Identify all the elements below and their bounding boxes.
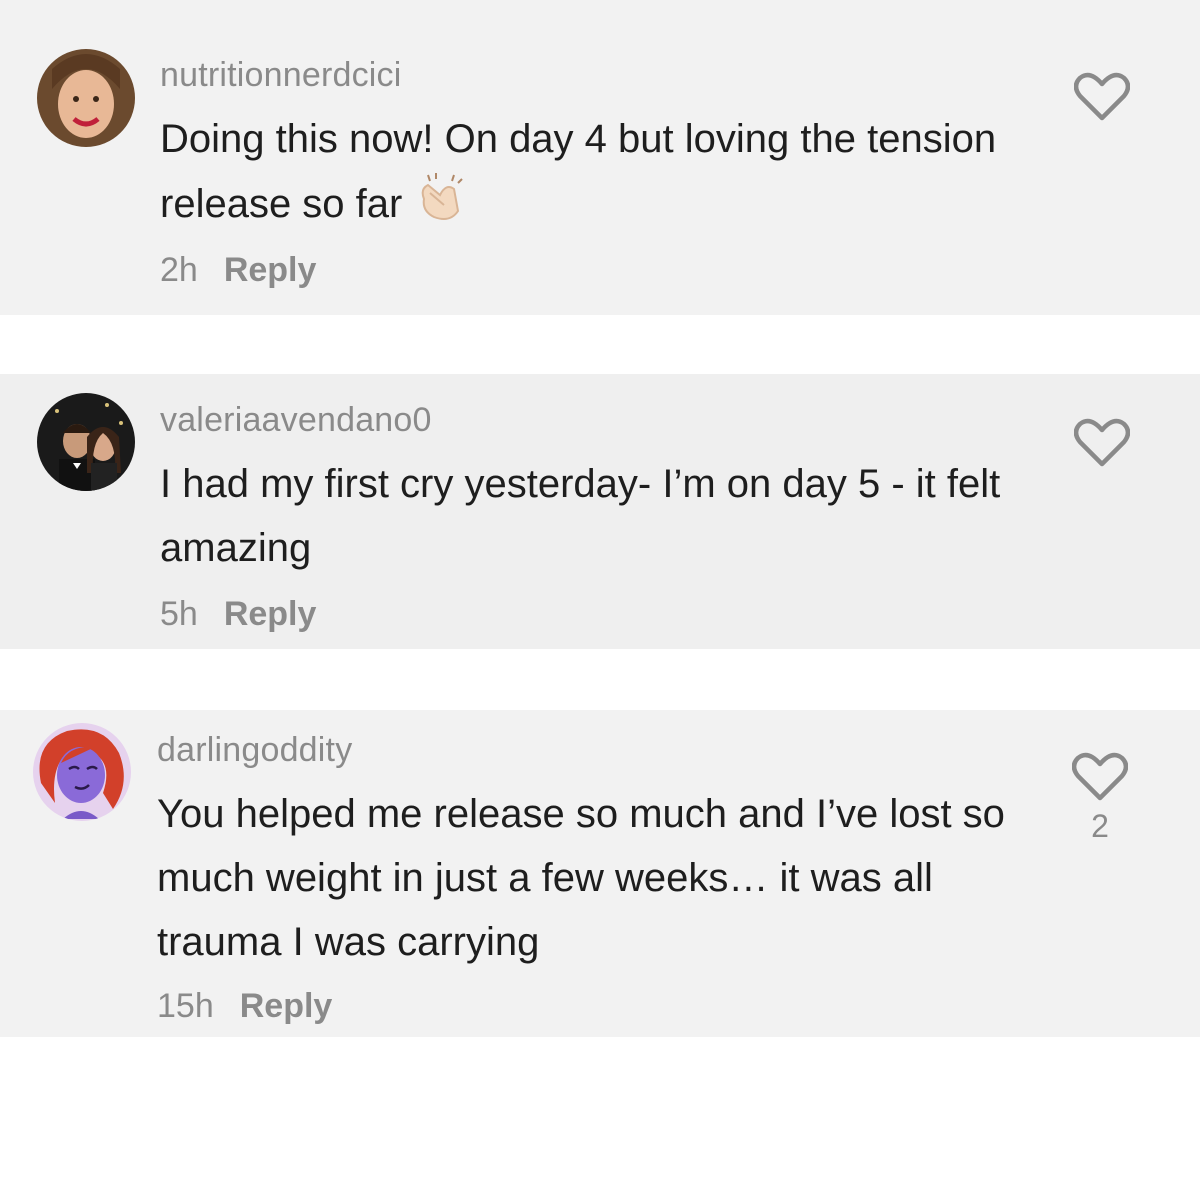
reply-button[interactable]: Reply — [224, 594, 317, 634]
comment-text-body: Doing this now! On day 4 but loving the … — [160, 117, 997, 227]
comment-text: I had my first cry yesterday- I’m on day… — [160, 462, 1001, 570]
heart-outline-icon — [1072, 752, 1128, 801]
avatar[interactable] — [37, 49, 135, 147]
like-button[interactable] — [1074, 418, 1130, 474]
reply-button[interactable]: Reply — [240, 986, 333, 1026]
comment-item: nutritionnerdcici Doing this now! On day… — [0, 0, 1200, 315]
reply-button[interactable]: Reply — [224, 250, 317, 290]
comment-username[interactable]: valeriaavendano0 — [160, 400, 432, 440]
comment-item: valeriaavendano0 I had my first cry yest… — [0, 374, 1200, 649]
comment-username[interactable]: darlingoddity — [157, 730, 352, 770]
comment-meta: 2h Reply — [160, 250, 316, 290]
avatar[interactable] — [33, 723, 131, 821]
heart-outline-icon — [1074, 418, 1130, 467]
like-button[interactable] — [1074, 72, 1130, 128]
comment-username[interactable]: nutritionnerdcici — [160, 55, 402, 95]
comment-text: You helped me release so much and I’ve l… — [157, 792, 1005, 964]
avatar[interactable] — [37, 393, 135, 491]
comment-meta: 15h Reply — [157, 986, 332, 1026]
comment-item: darlingoddity You helped me release so m… — [0, 710, 1200, 1037]
comment-text: Doing this now! On day 4 but loving the … — [160, 107, 1060, 242]
heart-outline-icon — [1074, 72, 1130, 121]
like-count: 2 — [1091, 808, 1109, 844]
like-button[interactable]: 2 — [1072, 752, 1128, 844]
clapping-hands-emoji — [410, 171, 470, 242]
comment-time: 2h — [160, 251, 198, 289]
comments-list: nutritionnerdcici Doing this now! On day… — [0, 0, 1200, 1200]
comment-time: 5h — [160, 595, 198, 633]
comment-meta: 5h Reply — [160, 594, 316, 634]
comment-time: 15h — [157, 987, 214, 1025]
